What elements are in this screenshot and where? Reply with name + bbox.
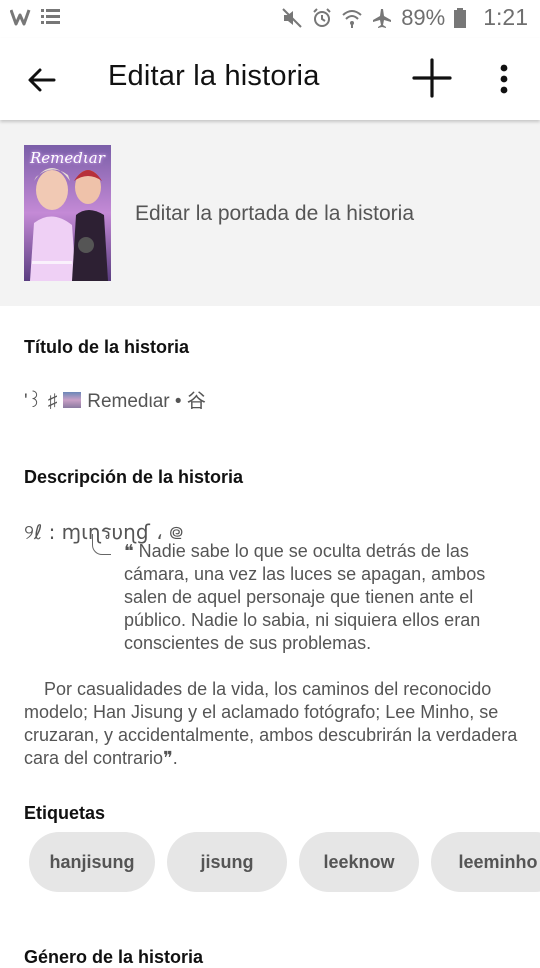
tag-leeknow[interactable]: leeknow (299, 832, 419, 892)
cover-title-text: Remedιar (30, 149, 105, 167)
tag-hanjisung[interactable]: hanjisung (29, 832, 155, 892)
status-bar: 89% 1:21 (0, 0, 540, 38)
page-title: Editar la historia (108, 60, 320, 92)
back-button[interactable] (22, 60, 62, 100)
description-paragraph-2: Por casualidades de la vida, los caminos… (24, 679, 518, 768)
battery-percent: 89% (401, 4, 446, 30)
cover-section: Remedιar Editar la portada de la histori… (0, 120, 540, 306)
tag-leeminho[interactable]: leeminho (431, 832, 540, 892)
add-part-button[interactable] (410, 56, 454, 100)
airplane-icon (371, 7, 393, 29)
hook-decoration (92, 534, 111, 555)
app-bar: Editar la historia (0, 38, 540, 120)
story-cover-image[interactable]: Remedιar (24, 145, 111, 281)
story-title-field[interactable]: '꒱ ♯ Remedιar • 谷 (24, 386, 206, 413)
title-text: Remedιar • 谷 (87, 391, 206, 412)
title-emoji-image (63, 391, 82, 408)
alarm-icon (311, 7, 333, 29)
story-title-label: Título de la historia (24, 337, 190, 357)
mute-icon (281, 7, 303, 29)
more-vert-icon (500, 64, 508, 94)
tags-label: Etiquetas (24, 803, 106, 823)
description-paragraph-1: ❝ Nadie sabe lo que se oculta detrás de … (24, 534, 524, 655)
plus-icon (412, 58, 452, 98)
title-prefix: '꒱ ♯ (24, 390, 58, 412)
wattpad-icon (9, 6, 32, 28)
edit-cover-link[interactable]: Editar la portada de la historia (135, 202, 414, 226)
tag-jisung[interactable]: jisung (167, 832, 287, 892)
list-icon (40, 6, 62, 28)
more-options-button[interactable] (490, 60, 518, 100)
description-label: Descripción de la historia (24, 467, 244, 487)
wifi-icon (341, 7, 363, 29)
back-arrow-icon (28, 68, 56, 92)
clock: 1:21 (483, 4, 528, 30)
description-paragraph-1-text: ❝ Nadie sabe lo que se oculta detrás de … (124, 541, 486, 653)
description-field[interactable]: ❝ Nadie sabe lo que se oculta detrás de … (24, 534, 524, 770)
battery-icon (453, 7, 475, 29)
genre-label: Género de la historia (24, 947, 204, 967)
tags-list: hanjisung jisung leeknow leeminho (29, 832, 540, 892)
